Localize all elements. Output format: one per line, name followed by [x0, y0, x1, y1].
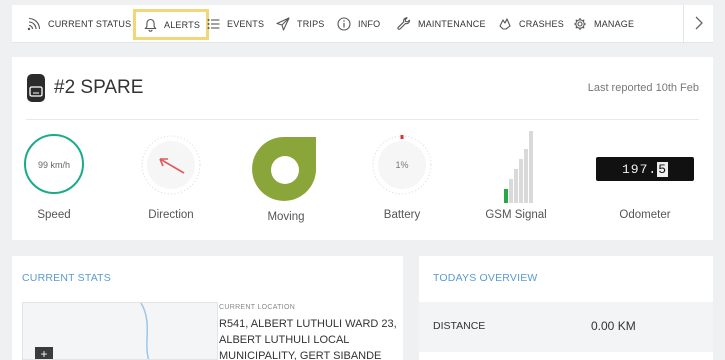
wrench-icon: [396, 16, 412, 32]
overview-row: DISTANCE 0.00 KM: [419, 302, 713, 352]
odometer-decimal: 5: [657, 161, 669, 177]
todays-overview-title: TODAYS OVERVIEW: [433, 272, 538, 284]
tab-label: EVENTS: [227, 19, 265, 29]
divider: [26, 119, 699, 120]
tab-label: CRASHES: [519, 19, 564, 29]
wifi-signal-icon: [26, 16, 42, 32]
battery-label: Battery: [383, 209, 421, 221]
tab-label: TRIPS: [297, 19, 325, 29]
direction-dial: [141, 135, 201, 195]
tab-bar: CURRENT STATUS ALERTS EVENTS TRIPS INFO …: [12, 5, 713, 43]
odometer-label: Odometer: [619, 209, 671, 221]
todays-overview-panel: TODAYS OVERVIEW DISTANCE 0.00 KM: [419, 256, 713, 360]
speed-gauge: 99 km/h Speed: [23, 133, 85, 221]
tab-trips[interactable]: TRIPS: [275, 5, 325, 43]
overview-value: 0.00 KM: [591, 319, 636, 333]
tab-label: CURRENT STATUS: [48, 19, 132, 29]
bell-icon: [142, 17, 158, 33]
paper-plane-icon: [275, 16, 291, 32]
tab-crashes[interactable]: CRASHES: [497, 5, 564, 43]
direction-gauge: Direction: [139, 133, 203, 221]
tab-events[interactable]: EVENTS: [205, 5, 264, 43]
odometer-digit: 1: [621, 161, 631, 177]
current-stats-title: CURRENT STATS: [22, 272, 111, 284]
moving-label: Moving: [267, 211, 305, 223]
moving-drop-icon: [252, 136, 317, 201]
vehicle-status-panel: #2 SPARE Last reported 10th Feb 99 km/h …: [12, 57, 713, 240]
current-location-text: R541, ALBERT LUTHULI WARD 23, ALBERT LUT…: [219, 318, 397, 360]
current-stats-panel: CURRENT STATS + CURRENT LOCATION R541, A…: [12, 256, 403, 360]
speed-label: Speed: [37, 209, 71, 221]
battery-dial: 1%: [372, 135, 432, 195]
odometer-digit: 7: [639, 161, 649, 177]
vehicle-tracker-icon: [26, 73, 46, 103]
overview-key: DISTANCE: [433, 320, 486, 332]
tab-label: MANAGE: [594, 19, 635, 29]
list-icon: [205, 16, 221, 32]
battery-value: 1%: [395, 160, 408, 170]
moving-indicator: Moving: [252, 135, 320, 223]
tab-label: MAINTENANCE: [418, 19, 486, 29]
tab-alerts[interactable]: ALERTS: [133, 9, 210, 40]
tab-info[interactable]: INFO: [336, 5, 380, 43]
gsm-signal-bars: [504, 131, 533, 203]
speed-value: 99 km/h: [38, 160, 70, 170]
gear-icon: [572, 16, 588, 32]
odometer: 1 9 7 . 5 Odometer: [596, 133, 694, 221]
odometer-display: 1 9 7 . 5: [596, 157, 694, 181]
tab-label: INFO: [358, 19, 381, 29]
vehicle-name: #2 SPARE: [54, 77, 144, 98]
odometer-dot: .: [648, 161, 658, 177]
battery-level-marker: [400, 135, 404, 139]
gsm-signal-gauge: GSM Signal: [485, 131, 547, 221]
odometer-digit: 9: [630, 161, 640, 177]
info-icon: [336, 16, 352, 32]
battery-gauge: 1% Battery: [370, 133, 434, 221]
crash-icon: [497, 16, 513, 32]
current-location-label: CURRENT LOCATION: [219, 304, 296, 311]
chevron-right-icon: [695, 14, 703, 35]
tab-current-status[interactable]: CURRENT STATUS: [26, 5, 131, 43]
tab-maintenance[interactable]: MAINTENANCE: [396, 5, 486, 43]
tab-manage[interactable]: MANAGE: [572, 5, 634, 43]
tabs-next-button[interactable]: [683, 5, 713, 43]
map-zoom-in-button[interactable]: +: [35, 347, 53, 359]
tab-label: ALERTS: [164, 19, 201, 30]
location-map[interactable]: +: [22, 302, 218, 360]
gsm-label: GSM Signal: [485, 209, 547, 221]
direction-label: Direction: [148, 209, 194, 221]
last-reported-text: Last reported 10th Feb: [587, 82, 699, 94]
speed-dial: 99 km/h: [24, 134, 84, 194]
